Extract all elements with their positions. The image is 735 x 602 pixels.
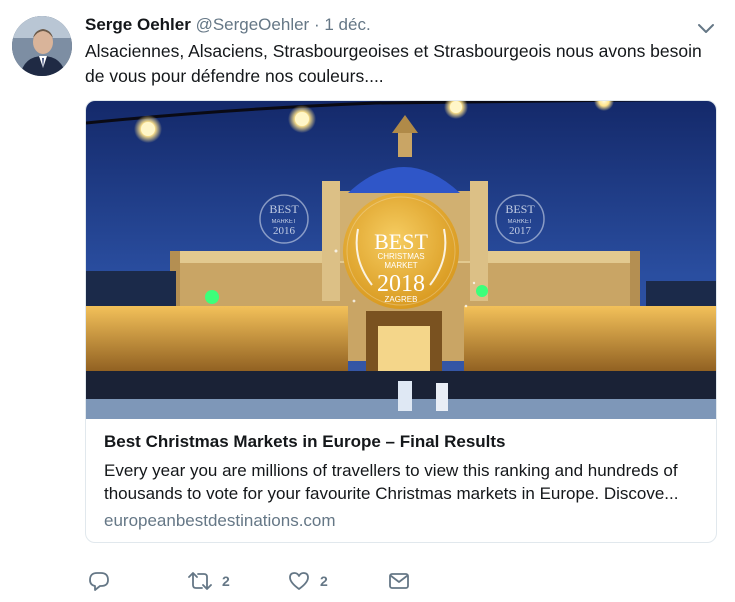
- badge-line3: MARKET: [384, 261, 417, 270]
- card-image: BEST MARKET 2016 BEST MARKET 2017 BEST C…: [86, 101, 716, 419]
- direct-message-button[interactable]: [388, 568, 410, 594]
- heart-icon: [289, 572, 309, 590]
- award-badge: BEST CHRISTMAS MARKET 2018 ZAGREB: [343, 193, 459, 309]
- tweet-header: Serge Oehler @SergeOehler · 1 déc.: [85, 14, 371, 36]
- retweet-icon: [188, 572, 212, 590]
- chevron-down-icon[interactable]: [696, 18, 716, 38]
- like-button[interactable]: 2: [288, 568, 328, 594]
- card-domain[interactable]: europeanbestdestinations.com: [104, 510, 704, 532]
- link-card[interactable]: BEST MARKET 2016 BEST MARKET 2017 BEST C…: [85, 100, 717, 543]
- badge-left-line1: BEST: [269, 202, 299, 216]
- avatar-photo: [12, 16, 72, 76]
- reply-button[interactable]: [88, 568, 120, 594]
- badge-line1: BEST: [374, 229, 428, 254]
- retweet-button[interactable]: 2: [188, 568, 230, 594]
- avatar[interactable]: [12, 16, 72, 76]
- reply-icon: [89, 572, 109, 591]
- tweet[interactable]: Serge Oehler @SergeOehler · 1 déc. Alsac…: [0, 0, 735, 602]
- badge-right-year: 2017: [509, 225, 532, 237]
- badge-left-year: 2016: [273, 225, 296, 237]
- like-count: 2: [320, 573, 328, 589]
- envelope-icon: [389, 573, 409, 589]
- retweet-count: 2: [222, 573, 230, 589]
- tweet-text: Alsaciennes, Alsaciens, Strasbourgeoises…: [85, 41, 702, 86]
- author-name[interactable]: Serge Oehler: [85, 15, 191, 34]
- badge-city: ZAGREB: [385, 295, 418, 304]
- badge-right-line1: BEST: [505, 202, 535, 216]
- badge-year: 2018: [377, 271, 425, 297]
- card-body[interactable]: Best Christmas Markets in Europe – Final…: [104, 431, 704, 532]
- card-title[interactable]: Best Christmas Markets in Europe – Final…: [104, 431, 704, 453]
- author-handle[interactable]: @SergeOehler: [196, 15, 310, 34]
- badge-line2: CHRISTMAS: [377, 252, 424, 261]
- separator-dot: ·: [313, 15, 320, 34]
- tweet-date[interactable]: 1 déc.: [324, 15, 370, 34]
- card-description: Every year you are millions of traveller…: [104, 461, 679, 503]
